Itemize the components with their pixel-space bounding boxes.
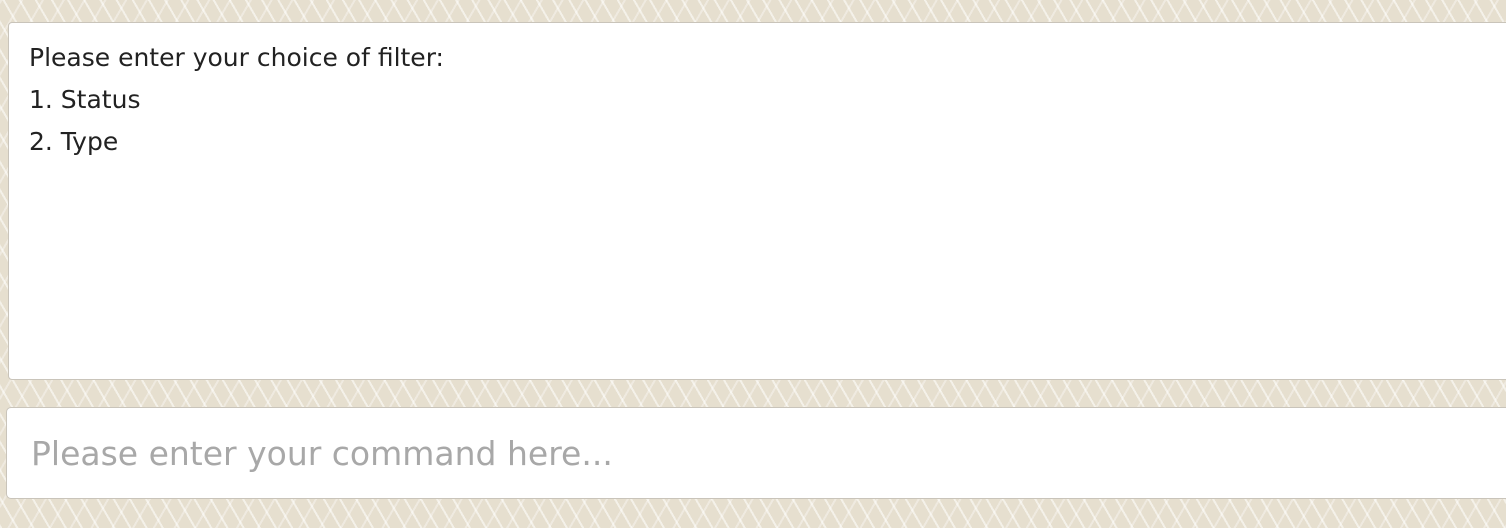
result-display: Please enter your choice of filter: 1. S… (8, 22, 1506, 380)
output-line-prompt: Please enter your choice of filter: (29, 43, 444, 72)
output-line-option-type: 2. Type (29, 127, 119, 156)
output-line-option-status: 1. Status (29, 85, 141, 114)
command-input[interactable] (6, 407, 1506, 499)
